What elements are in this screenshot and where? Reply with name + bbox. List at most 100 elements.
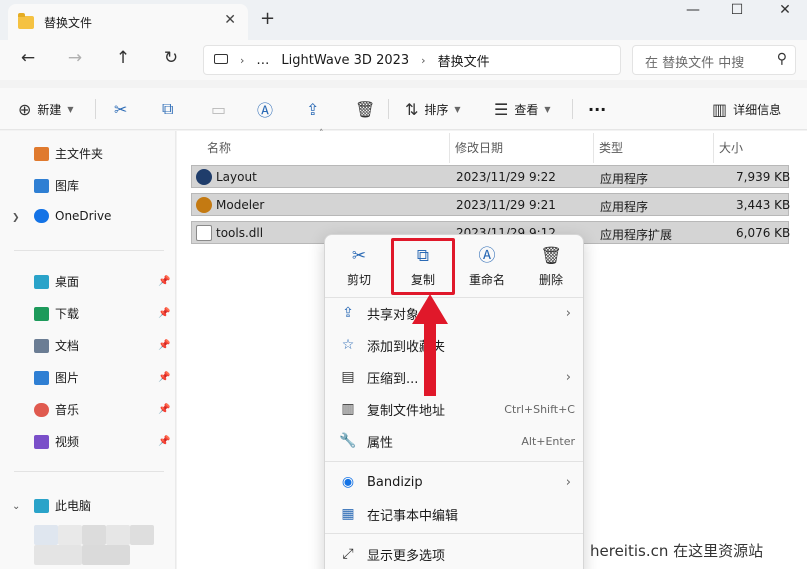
file-size: 6,076 KB xyxy=(736,226,791,240)
table-row[interactable]: Modeler 2023/11/29 9:21 应用程序 3,443 KB xyxy=(191,193,790,216)
paste-button[interactable]: ▭ xyxy=(211,97,226,121)
sidebar-divider xyxy=(14,250,164,251)
menu-item-add-favorite[interactable]: ☆ 添加到收藏夹 xyxy=(339,333,575,357)
file-type: 应用程序扩展 xyxy=(600,228,673,242)
context-rename-button[interactable]: Ⓐ 重命名 xyxy=(459,245,515,293)
context-delete-button[interactable]: 🗑 删除 xyxy=(523,245,579,293)
back-button[interactable]: ← xyxy=(16,48,40,68)
column-header-name[interactable]: 名称 xyxy=(207,139,231,156)
menu-item-edit-notepad[interactable]: ▦ 在记事本中编辑 xyxy=(339,502,575,526)
title-bar: 替换文件 ✕ + — ☐ ✕ xyxy=(0,0,807,40)
clipboard-icon: ▭ xyxy=(211,99,227,119)
plus-circle-icon: ⊕ xyxy=(18,99,32,119)
scissors-icon: ✂ xyxy=(351,246,367,266)
breadcrumb[interactable]: › … LightWave 3D 2023 › 替换文件 xyxy=(203,45,621,75)
blurred-drive-item xyxy=(106,525,130,545)
pin-icon[interactable]: 📌 xyxy=(158,372,170,383)
sidebar-item-gallery[interactable]: 图库 xyxy=(34,177,79,194)
layout-app-icon xyxy=(196,169,212,185)
sort-ascending-icon: ˄ xyxy=(319,129,324,139)
sort-label: 排序 xyxy=(424,102,449,117)
menu-item-properties[interactable]: 🔧 属性 Alt+Enter xyxy=(339,429,575,453)
view-button[interactable]: ☰ 查看 ▼ xyxy=(494,97,551,121)
menu-item-copy-path[interactable]: ▥ 复制文件地址 Ctrl+Shift+C xyxy=(339,397,575,421)
new-tab-button[interactable]: + xyxy=(260,8,275,29)
share-icon: ⇪ xyxy=(306,99,320,119)
sidebar-item-videos[interactable]: 视频 xyxy=(34,433,79,450)
new-button[interactable]: ⊕ 新建 ▼ xyxy=(18,97,74,121)
menu-item-share[interactable]: ⇪ 共享对象 › xyxy=(339,301,575,325)
sort-button[interactable]: ⇅ 排序 ▼ xyxy=(405,97,461,121)
close-window-button[interactable]: ✕ xyxy=(770,2,800,18)
new-label: 新建 xyxy=(37,102,62,117)
sidebar-item-home[interactable]: 主文件夹 xyxy=(34,145,103,162)
toolbar-divider xyxy=(572,99,573,119)
sidebar-item-onedrive[interactable]: OneDrive xyxy=(34,209,111,223)
watermark-text: hereitis.cn 在这里资源站 xyxy=(590,542,764,560)
chevron-right-icon[interactable]: ❯ xyxy=(12,213,20,223)
minimize-button[interactable]: — xyxy=(678,2,708,18)
column-divider[interactable] xyxy=(593,133,594,163)
forward-button[interactable]: → xyxy=(63,48,87,68)
trash-icon: 🗑 xyxy=(355,99,376,119)
column-header-date[interactable]: 修改日期 xyxy=(455,139,503,156)
sidebar-item-this-pc[interactable]: 此电脑 xyxy=(34,497,91,514)
blurred-drive-item xyxy=(82,525,106,545)
breadcrumb-item-lightwave[interactable]: LightWave 3D 2023 xyxy=(281,53,409,68)
details-pane-button[interactable]: ▥ 详细信息 xyxy=(712,97,781,121)
menu-item-compress[interactable]: ▤ 压缩到... › xyxy=(339,365,575,389)
tab-close-button[interactable]: ✕ xyxy=(224,12,236,28)
chevron-right-icon: › xyxy=(565,305,571,321)
menu-item-bandizip[interactable]: ◉ Bandizip › xyxy=(339,470,575,494)
blurred-drive-item xyxy=(82,545,130,565)
quick-action-label: 重命名 xyxy=(468,273,505,287)
share-icon: ⇪ xyxy=(342,305,354,321)
refresh-button[interactable]: ↻ xyxy=(159,48,183,68)
copy-button[interactable]: ⧉ xyxy=(162,97,173,121)
copy-icon: ⧉ xyxy=(162,99,174,118)
dll-file-icon xyxy=(196,225,212,241)
music-icon xyxy=(34,402,49,417)
pin-icon[interactable]: 📌 xyxy=(158,436,170,447)
toolbar-divider xyxy=(388,99,389,119)
view-label: 查看 xyxy=(514,102,539,117)
pin-icon[interactable]: 📌 xyxy=(158,404,170,415)
share-button[interactable]: ⇪ xyxy=(306,97,319,121)
video-icon xyxy=(34,434,49,449)
rename-button[interactable]: Ⓐ xyxy=(257,97,273,121)
quick-action-label: 删除 xyxy=(538,273,563,287)
cut-button[interactable]: ✂ xyxy=(114,97,127,121)
tab-current[interactable]: 替换文件 ✕ xyxy=(8,4,248,40)
table-row[interactable]: Layout 2023/11/29 9:22 应用程序 7,939 KB xyxy=(191,165,791,188)
sidebar-item-documents[interactable]: 文档 xyxy=(34,337,79,354)
sidebar-item-pictures[interactable]: 图片 xyxy=(34,369,79,386)
column-divider[interactable] xyxy=(713,133,714,163)
sidebar-item-label: 桌面 xyxy=(55,275,80,289)
annotation-arrow-icon xyxy=(412,294,448,396)
column-header-type[interactable]: 类型 xyxy=(599,139,623,156)
pin-icon[interactable]: 📌 xyxy=(158,340,170,351)
breadcrumb-item-current[interactable]: 替换文件 xyxy=(438,51,490,70)
pin-icon[interactable]: 📌 xyxy=(158,308,170,319)
breadcrumb-overflow[interactable]: … xyxy=(256,53,269,68)
sidebar-item-label: 此电脑 xyxy=(55,499,92,513)
column-divider[interactable] xyxy=(449,133,450,163)
more-button[interactable]: ··· xyxy=(588,97,606,121)
maximize-button[interactable]: ☐ xyxy=(722,2,752,18)
gallery-icon xyxy=(34,178,49,193)
column-header-size[interactable]: 大小 xyxy=(719,139,743,156)
up-button[interactable]: ↑ xyxy=(111,48,135,68)
file-size: 7,939 KB xyxy=(736,170,791,184)
file-name: tools.dll xyxy=(216,226,264,240)
context-cut-button[interactable]: ✂ 剪切 xyxy=(331,245,387,293)
sidebar-divider xyxy=(14,471,164,472)
menu-item-more-options[interactable]: ⤢ 显示更多选项 xyxy=(339,542,575,566)
sidebar-item-desktop[interactable]: 桌面 xyxy=(34,273,79,290)
sidebar-item-downloads[interactable]: 下载 xyxy=(34,305,79,322)
chevron-down-icon[interactable]: ⌄ xyxy=(12,501,20,512)
pin-icon[interactable]: 📌 xyxy=(158,276,170,287)
sidebar-item-music[interactable]: 音乐 xyxy=(34,401,79,418)
delete-button[interactable]: 🗑 xyxy=(355,97,375,121)
search-input[interactable]: 在 替换文件 中搜 ⚲ xyxy=(632,45,796,75)
cloud-icon xyxy=(34,209,49,223)
